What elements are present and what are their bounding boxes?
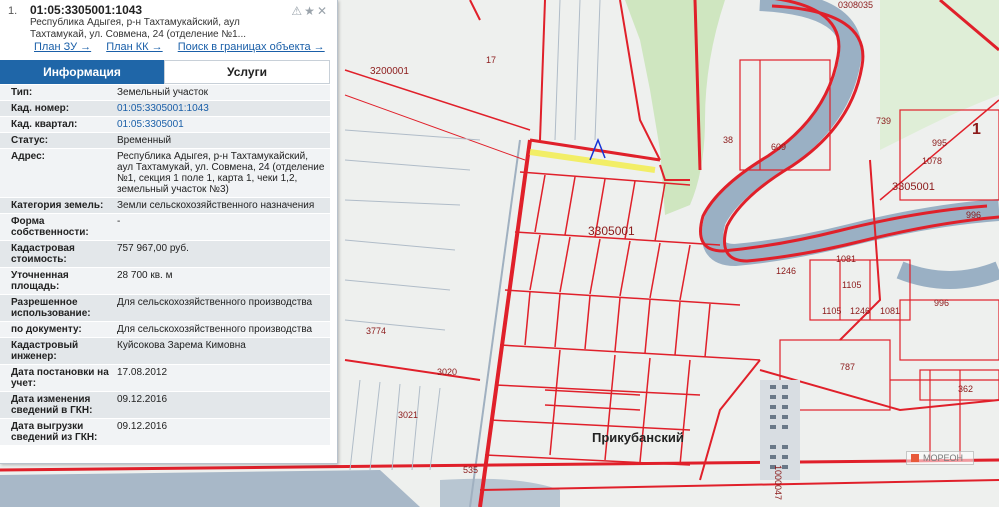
attribute-key: Адрес: (11, 151, 45, 162)
warning-icon[interactable]: ⚠ (291, 4, 304, 18)
parcel-label: 3200001 (370, 66, 409, 77)
parcel-label: 38 (723, 135, 733, 145)
parcel-label: 995 (932, 138, 947, 148)
attribute-value: 757 967,00 руб. (117, 243, 189, 254)
attribute-key: Разрешенное использование: (11, 297, 91, 319)
attribute-row: Статус: Временный (0, 133, 330, 149)
parcel-label: 996 (934, 298, 949, 308)
attribute-key: по документу: (11, 324, 82, 335)
attribute-value: Земельный участок (117, 87, 209, 98)
attribute-value[interactable]: 01:05:3305001:1043 (113, 101, 330, 116)
parcel-label: 3774 (366, 326, 386, 336)
close-icon[interactable]: ✕ (317, 4, 329, 18)
attribute-key: Дата постановки на учет: (11, 367, 109, 389)
settlement-name: Прикубанский (592, 430, 684, 445)
attribute-row: Кадастровая стоимость: 757 967,00 руб. (0, 241, 330, 268)
parcel-label: 362 (958, 384, 973, 394)
attribute-value: Для сельскохозяйственного производства (117, 324, 313, 335)
parcel-label: 609 (771, 142, 786, 152)
attribute-row: Дата изменения сведений в ГКН: 09.12.2016 (0, 392, 330, 419)
attribute-row: Адрес: Республика Адыгея, р-н Тахтамукайс… (0, 149, 330, 198)
parcel-label: 1 (972, 121, 981, 138)
attribute-value[interactable]: 01:05:3305001 (113, 117, 330, 132)
parcel-label: 0308035 (838, 0, 873, 10)
attribute-row: Кад. номер: 01:05:3305001:1043 (0, 101, 330, 117)
attribute-key: Уточненная площадь: (11, 270, 69, 292)
attribute-value: 17.08.2012 (117, 367, 168, 378)
address-line-1: Республика Адыгея, р-н Тахтамукайский, а… (30, 17, 240, 28)
attribute-key: Кад. квартал: (11, 119, 78, 130)
logo-text: МОРЕОН (923, 453, 964, 463)
attribute-value: 09.12.2016 (117, 421, 168, 432)
star-icon[interactable]: ★ (304, 4, 317, 18)
plan-zu-link[interactable]: План ЗУ → (34, 41, 91, 53)
attribute-value: Куйсокова Зарема Кимовна (117, 340, 246, 351)
attribute-row: Категория земель: Земли сельскохозяйствен… (0, 198, 330, 214)
attribute-value: 28 700 кв. м (117, 270, 173, 281)
search-within-object-link[interactable]: Поиск в границах объекта → (178, 41, 325, 53)
attribute-key: Статус: (11, 135, 49, 146)
result-title[interactable]: 01:05:3305001:1043 (30, 3, 142, 17)
map-logo: МОРЕОН (906, 451, 974, 465)
attribute-key: Форма собственности: (11, 216, 89, 238)
plan-kk-link[interactable]: План КК → (106, 41, 162, 53)
logo-icon (911, 454, 919, 462)
attributes-table: Тип: Земельный участок Кад. номер: 01:05:33… (0, 85, 330, 446)
attribute-row: Форма собственности: - (0, 214, 330, 241)
tab-information[interactable]: Информация (0, 60, 164, 84)
attribute-key: Категория земель: (11, 200, 104, 211)
address-line-2: Тахтамукай, ул. Совмена, 24 (отделение №… (30, 29, 247, 40)
result-number: 1. (8, 5, 18, 17)
attribute-row: Кадастровый инженер: Куйсокова Зарема Ким… (0, 338, 330, 365)
attribute-row: Тип: Земельный участок (0, 85, 330, 101)
attribute-key: Тип: (11, 87, 33, 98)
parcel-label: 535 (463, 465, 478, 475)
parcel-label: 1246 (776, 266, 796, 276)
attribute-value: Земли сельскохозяйственного назначения (117, 200, 315, 211)
tab-bar: Информация Услуги (0, 60, 330, 84)
parcel-label: 17 (486, 55, 496, 65)
attribute-row: по документу: Для сельскохозяйственного п… (0, 322, 330, 338)
attribute-key: Дата изменения сведений в ГКН: (11, 394, 93, 416)
parcel-label: 1000047 (773, 465, 783, 500)
attribute-value: Для сельскохозяйственного производства (117, 297, 313, 308)
parcel-label: 787 (840, 362, 855, 372)
result-address: Республика Адыгея, р-н Тахтамукайский, а… (30, 17, 310, 41)
parcel-label: 739 (876, 116, 891, 126)
parcel-label: 3305001 (892, 181, 935, 193)
attribute-key: Дата выгрузки сведений из ГКН: (11, 421, 98, 443)
attribute-value: Временный (117, 135, 172, 146)
parcel-label: 3020 (437, 367, 457, 377)
result-links: План ЗУ → План КК → Поиск в границах объ… (34, 41, 337, 53)
parcel-label: 3305001 (588, 224, 635, 238)
parcel-label: 1105 (822, 306, 841, 316)
parcel-label: 1105 (842, 280, 861, 290)
result-header: 1. 01:05:3305001:1043 ⚠★✕ Республика Ады… (0, 0, 337, 58)
attribute-key: Кадастровый инженер: (11, 340, 79, 362)
parcel-label: 1246 (850, 306, 870, 316)
attribute-row: Дата постановки на учет: 17.08.2012 (0, 365, 330, 392)
parcel-label: 3021 (398, 410, 418, 420)
parcel-label: 1078 (922, 156, 942, 166)
attribute-row: Дата выгрузки сведений из ГКН: 09.12.2016 (0, 419, 330, 446)
parcel-label: 1081 (880, 306, 900, 316)
attribute-key: Кадастровая стоимость: (11, 243, 75, 265)
attribute-value: - (117, 216, 121, 227)
attribute-row: Кад. квартал: 01:05:3305001 (0, 117, 330, 133)
info-panel: 1. 01:05:3305001:1043 ⚠★✕ Республика Ады… (0, 0, 338, 464)
tab-services[interactable]: Услуги (164, 60, 330, 84)
attribute-row: Разрешенное использование: Для сельскохоз… (0, 295, 330, 322)
attribute-key: Кад. номер: (11, 103, 70, 114)
result-actions: ⚠★✕ (291, 4, 329, 18)
attribute-row: Уточненная площадь: 28 700 кв. м (0, 268, 330, 295)
attribute-value: 09.12.2016 (117, 394, 168, 405)
parcel-label: 996 (966, 210, 981, 220)
parcel-label: 1081 (836, 254, 856, 264)
attribute-value: Республика Адыгея, р-н Тахтамукайский, а… (117, 151, 325, 195)
